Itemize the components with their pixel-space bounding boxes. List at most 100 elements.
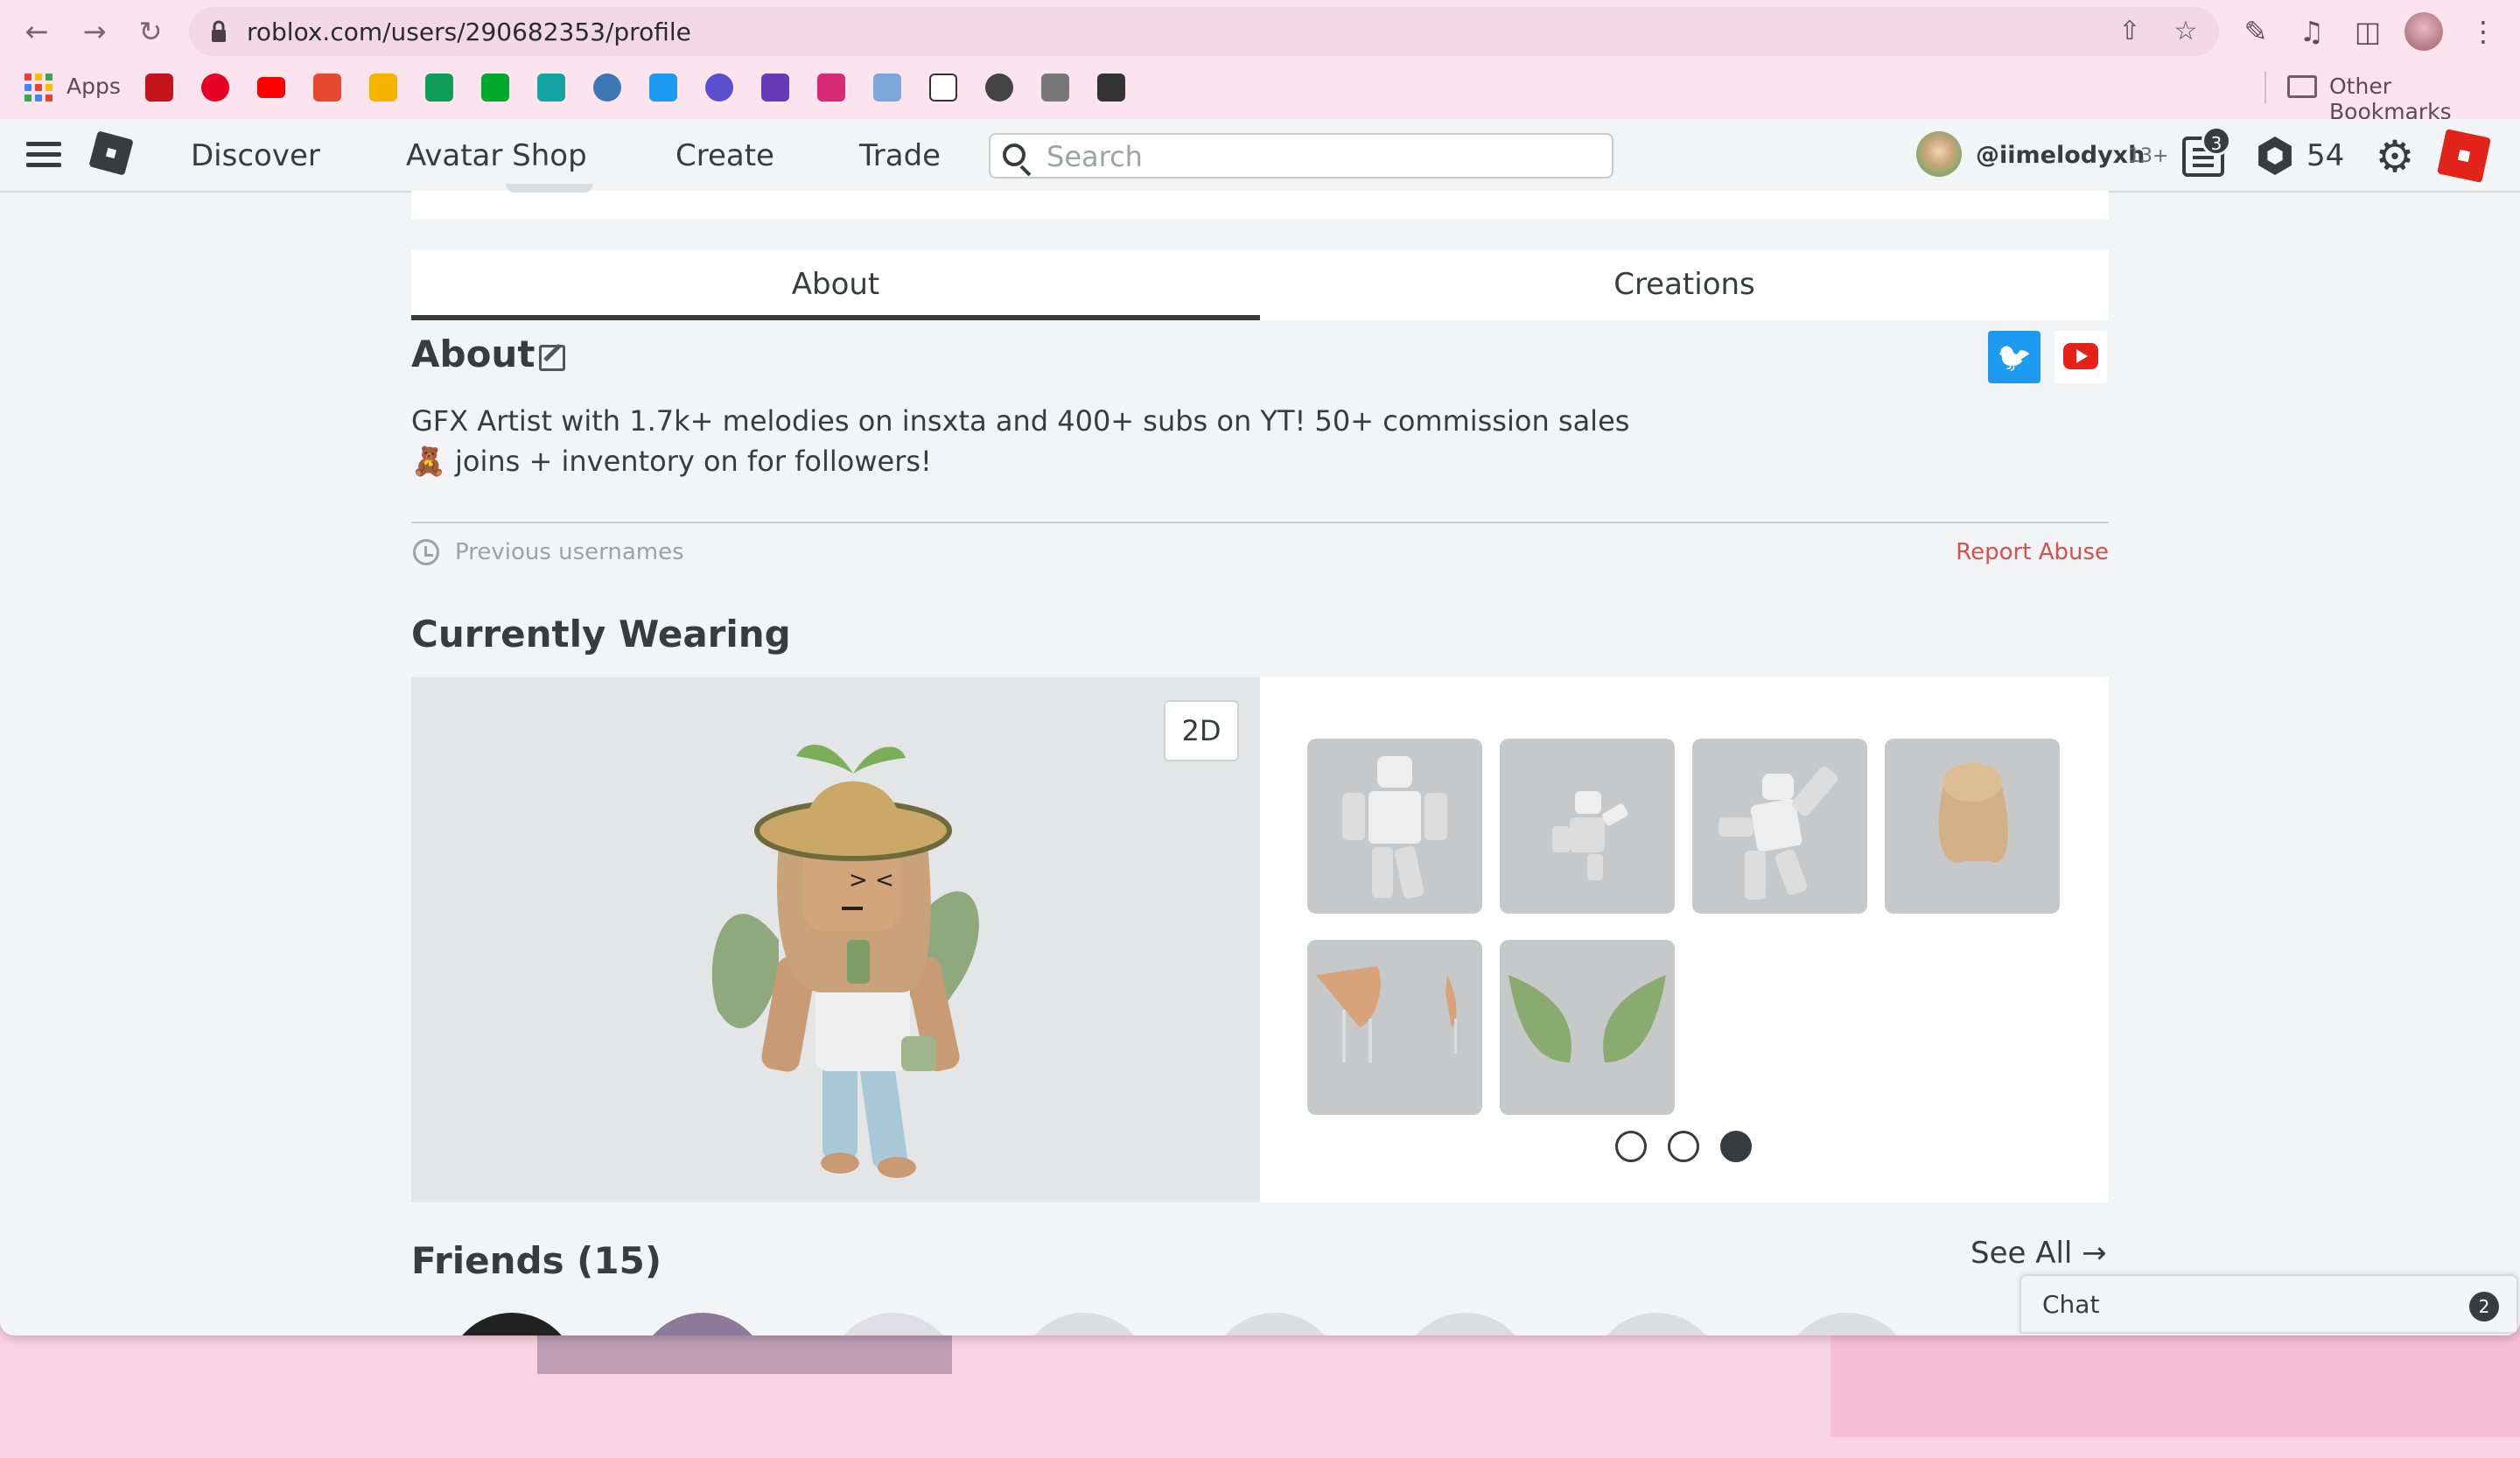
- browser-toolbar: ← → ↻ roblox.com/users/290682353/profile…: [0, 0, 2520, 124]
- wearing-item-animation[interactable]: [1692, 739, 1867, 914]
- friends-heading: Friends (15): [411, 1239, 662, 1282]
- robux-balance[interactable]: 54: [2306, 138, 2344, 173]
- v-icon[interactable]: [929, 74, 957, 102]
- contact-icon[interactable]: [1097, 74, 1125, 102]
- extensions-icon[interactable]: ✎: [2238, 14, 2273, 49]
- reload-icon[interactable]: ↻: [131, 12, 170, 51]
- apps-bookmark[interactable]: Apps: [66, 74, 121, 99]
- forward-icon[interactable]: →: [75, 12, 114, 51]
- wearing-items-panel: [1260, 677, 2109, 1202]
- browser-window: ← → ↻ roblox.com/users/290682353/profile…: [0, 0, 2520, 1335]
- divider: [411, 522, 2109, 523]
- bookmark-star-icon[interactable]: ☆: [2172, 18, 2200, 46]
- friend-avatar[interactable]: [828, 1313, 959, 1335]
- robux-icon[interactable]: [2258, 137, 2292, 175]
- roblox-logo[interactable]: [88, 130, 134, 176]
- classroom-icon[interactable]: [425, 74, 453, 102]
- carousel-dot[interactable]: [1615, 1131, 1647, 1162]
- netflix-icon[interactable]: [145, 74, 173, 102]
- url-text: roblox.com/users/290682353/profile: [247, 18, 691, 46]
- roblox-navbar: Discover Avatar Shop Create Trade @iimel…: [0, 119, 2520, 193]
- elf-ears-icon: [1316, 966, 1457, 1062]
- svg-text:> <: > <: [849, 867, 894, 894]
- chat-label: Chat: [2042, 1290, 2100, 1319]
- search-icon[interactable]: [1003, 144, 1026, 166]
- friend-avatar[interactable]: [1591, 1313, 1722, 1335]
- search-input[interactable]: [1045, 140, 1591, 173]
- profile-tabs: About Creations: [411, 250, 2109, 320]
- roblox-studio-icon[interactable]: [2437, 129, 2491, 183]
- user-avatar[interactable]: [1916, 131, 1962, 177]
- pose-figure-icon: [1552, 791, 1628, 880]
- nav-create[interactable]: Create: [676, 138, 774, 173]
- browser-profile-avatar[interactable]: [2404, 12, 2443, 51]
- wearing-item-animation[interactable]: [1500, 739, 1675, 914]
- youtube-icon[interactable]: [257, 77, 285, 98]
- wearing-item-animation[interactable]: [1307, 739, 1482, 914]
- apps-grid-icon[interactable]: [24, 74, 52, 102]
- w-icon[interactable]: [369, 74, 397, 102]
- edit-icon[interactable]: [539, 345, 565, 371]
- nav-avatar-shop[interactable]: Avatar Shop: [406, 138, 587, 173]
- search-box: [989, 133, 1614, 179]
- friends-list: [411, 1313, 2109, 1335]
- bio-line: 🧸 joins + inventory on for followers!: [411, 445, 932, 478]
- desktop-backdrop-panel: [1830, 1321, 2520, 1437]
- bookmark-separator: [2264, 72, 2266, 103]
- bio-line: GFX Artist with 1.7k+ melodies on insxta…: [411, 404, 1630, 438]
- hamburger-menu-icon[interactable]: [26, 142, 61, 168]
- instagram-icon[interactable]: [817, 74, 845, 102]
- tab-about[interactable]: About: [411, 250, 1260, 320]
- fairy-wings-icon: [1508, 975, 1666, 1062]
- youtube-icon[interactable]: [2054, 331, 2107, 383]
- toggle-2d-button[interactable]: 2D: [1164, 700, 1239, 761]
- friend-avatar[interactable]: [1400, 1313, 1531, 1335]
- chat-bar[interactable]: Chat 2: [2020, 1274, 2518, 1334]
- eyes-icon[interactable]: [873, 74, 901, 102]
- media-control-icon[interactable]: ♫: [2294, 14, 2329, 49]
- nav-trade[interactable]: Trade: [859, 138, 941, 173]
- friend-avatar[interactable]: [1018, 1313, 1150, 1335]
- chat-unread-count: 2: [2469, 1292, 2499, 1321]
- menu-dots-icon[interactable]: ⋮: [2466, 14, 2501, 49]
- side-panel-icon[interactable]: ◫: [2350, 14, 2385, 49]
- friend-avatar[interactable]: [1782, 1313, 1913, 1335]
- pose-figure-icon: [1718, 766, 1838, 900]
- tab-creations[interactable]: Creations: [1260, 250, 2109, 320]
- avatar-3d-viewer[interactable]: > <: [411, 677, 1260, 1202]
- e-icon[interactable]: [537, 74, 565, 102]
- cloud-icon[interactable]: [593, 74, 621, 102]
- other-bookmarks[interactable]: Other Bookmarks: [2329, 74, 2520, 124]
- carousel-dot[interactable]: [1668, 1131, 1699, 1162]
- friend-avatar[interactable]: [637, 1313, 768, 1335]
- address-bar[interactable]: roblox.com/users/290682353/profile ⇧ ☆: [189, 7, 2219, 56]
- list-icon[interactable]: [761, 74, 789, 102]
- evernote-icon[interactable]: [481, 74, 509, 102]
- calendar-12-icon[interactable]: [705, 74, 733, 102]
- see-all-friends-link[interactable]: See All →: [1970, 1236, 2107, 1271]
- brush-icon[interactable]: [1041, 74, 1069, 102]
- friend-avatar[interactable]: [1209, 1313, 1340, 1335]
- twitter-icon[interactable]: [1988, 331, 2040, 383]
- previous-usernames-link[interactable]: Previous usernames: [455, 539, 684, 565]
- wearing-item-wings[interactable]: [1500, 940, 1675, 1115]
- report-abuse-link[interactable]: Report Abuse: [1956, 539, 2109, 565]
- profile-header-card: [411, 191, 2109, 219]
- settings-gear-icon[interactable]: ⚙: [2373, 135, 2417, 179]
- nav-discover[interactable]: Discover: [191, 138, 320, 173]
- share-icon[interactable]: ⇧: [2116, 18, 2144, 46]
- back-icon[interactable]: ←: [18, 12, 56, 51]
- wearing-item-ears[interactable]: [1307, 940, 1482, 1115]
- wearing-item-hair[interactable]: [1885, 739, 2060, 914]
- m-icon[interactable]: [313, 74, 341, 102]
- pose-figure-icon: [1342, 756, 1447, 899]
- pen-icon[interactable]: [985, 74, 1013, 102]
- pinterest-icon[interactable]: [201, 74, 229, 102]
- about-heading: About: [411, 333, 536, 375]
- carousel-dot-active[interactable]: [1720, 1131, 1752, 1162]
- folder-icon: [2287, 75, 2317, 98]
- friend-avatar[interactable]: [446, 1313, 578, 1335]
- twitter-icon[interactable]: [649, 74, 677, 102]
- hair-icon: [1938, 763, 2008, 863]
- username-link[interactable]: @iimelodyxh: [1976, 142, 2145, 169]
